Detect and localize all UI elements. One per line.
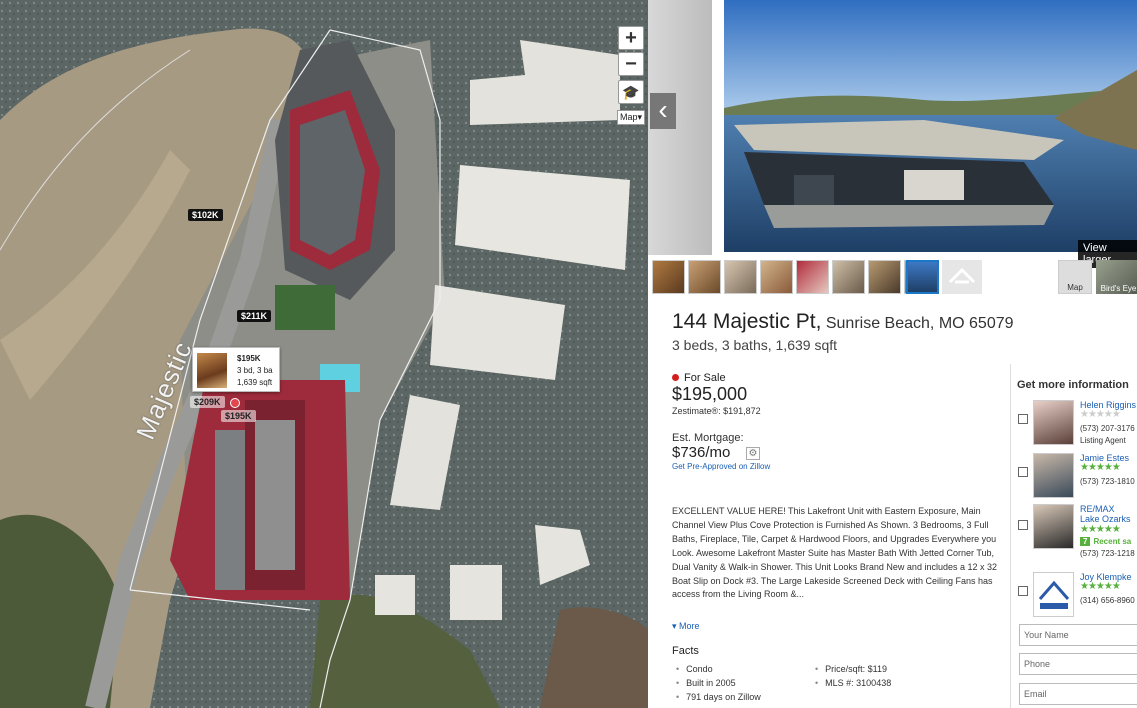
photo-gallery: ‹ View Map Bird's Eye <box>648 0 1137 294</box>
fact-item: Price/sqft: $119 <box>815 664 887 674</box>
zillow-logo-icon <box>942 260 982 294</box>
previous-photo-button[interactable]: ‹ <box>650 93 676 129</box>
main-listing-photo[interactable] <box>724 0 1137 252</box>
city-state-zip: Sunrise Beach, MO 65079 <box>825 315 1014 332</box>
photo-thumbnail[interactable] <box>760 260 793 294</box>
satellite-imagery <box>0 0 648 708</box>
agent-photo <box>1033 504 1074 549</box>
fact-item: MLS #: 3100438 <box>815 678 891 688</box>
facts-heading: Facts <box>672 645 699 657</box>
map-view-thumbnail[interactable]: Map <box>1058 260 1092 294</box>
photo-thumbnail[interactable] <box>652 260 685 294</box>
agent-phone: (314) 656-8960 <box>1080 596 1135 605</box>
agent-card: RE/MAX Lake Ozarks ★★★★★ 7 Recent sa (573… <box>1011 504 1137 558</box>
agent-card: Helen Riggins ★★★★★ (573) 207-3176 Listi… <box>1011 400 1137 450</box>
agent-phone: (573) 723-1810 <box>1080 477 1135 486</box>
selected-listing-marker[interactable] <box>230 398 240 408</box>
agent-checkbox[interactable] <box>1018 520 1028 530</box>
price-tag-marker[interactable]: $195K <box>221 410 256 422</box>
listing-popup-thumbnail <box>197 353 227 388</box>
photo-thumbnail[interactable] <box>832 260 865 294</box>
mortgage-label: Est. Mortgage: <box>672 432 744 444</box>
agent-checkbox[interactable] <box>1018 586 1028 596</box>
satellite-map[interactable]: Majestic + − 🎓 Map▾ $102K $211K $209K $1… <box>0 0 648 708</box>
graduation-cap-icon: 🎓 <box>622 84 640 100</box>
map-type-dropdown[interactable]: Map▾ <box>617 110 645 125</box>
popup-beds-baths: 3 bd, 3 ba <box>237 366 273 375</box>
photo-thumbnail-active[interactable] <box>906 260 939 294</box>
agent-checkbox[interactable] <box>1018 414 1028 424</box>
for-sale-dot-icon <box>672 374 679 381</box>
popup-sqft: 1,639 sqft <box>237 378 273 387</box>
zoom-in-button[interactable]: + <box>618 26 644 50</box>
lake-dock-photo <box>724 0 1137 252</box>
photo-thumbnail[interactable] <box>724 260 757 294</box>
photo-thumbnail-strip: Map Bird's Eye <box>652 260 1137 294</box>
listing-address: 144 Majestic Pt, Sunrise Beach, MO 65079 <box>672 310 1014 334</box>
zestimate: Zestimate®: $191,872 <box>672 406 761 416</box>
agent-name[interactable]: RE/MAX Lake Ozarks <box>1080 504 1136 524</box>
agent-rating-stars: ★★★★★ <box>1080 409 1121 420</box>
birds-eye-view-thumbnail[interactable]: Bird's Eye <box>1096 260 1137 294</box>
agent-photo <box>1033 453 1074 498</box>
pre-approved-link[interactable]: Get Pre-Approved on Zillow <box>672 462 770 471</box>
contact-agents-panel: Get more information Helen Riggins ★★★★★… <box>1010 364 1137 708</box>
agent-rating-stars: ★★★★★ <box>1080 524 1121 535</box>
agent-rating-stars: ★★★★★ <box>1080 462 1121 473</box>
fact-item: Built in 2005 <box>676 678 736 688</box>
fact-item: 791 days on Zillow <box>676 692 761 702</box>
mortgage-value: $736/mo <box>672 444 731 461</box>
agent-phone: (573) 723-1218 <box>1080 549 1135 558</box>
agent-card: Joy Klempke ★★★★★ (314) 656-8960 <box>1011 572 1137 622</box>
street-address: 144 Majestic Pt, <box>672 310 822 333</box>
listing-status: For Sale <box>672 372 726 384</box>
agents-panel-title: Get more information <box>1017 379 1129 391</box>
email-input[interactable] <box>1019 683 1137 705</box>
price-tag-marker[interactable]: $209K <box>190 396 225 408</box>
zoom-out-button[interactable]: − <box>618 52 644 76</box>
phone-input[interactable] <box>1019 653 1137 675</box>
price-tag-marker[interactable]: $102K <box>188 209 223 221</box>
agent-rating-stars: ★★★★★ <box>1080 581 1121 592</box>
listing-price: $195,000 <box>672 384 748 404</box>
more-link[interactable]: ▾ More <box>672 621 700 632</box>
your-name-input[interactable] <box>1019 624 1137 646</box>
price-tag-marker[interactable]: $211K <box>237 310 272 322</box>
photo-thumbnail[interactable] <box>796 260 829 294</box>
photo-thumbnail[interactable] <box>868 260 901 294</box>
listing-description: EXCELLENT VALUE HERE! This Lakefront Uni… <box>672 506 997 600</box>
recent-sales-badge[interactable]: 7 Recent sa <box>1080 537 1131 546</box>
listing-summary: 3 beds, 3 baths, 1,639 sqft <box>672 337 838 353</box>
mortgage-settings-gear-icon[interactable]: ⚙ <box>746 447 760 460</box>
agent-role: Listing Agent <box>1080 436 1126 445</box>
popup-price: $195K <box>237 354 261 363</box>
page: Majestic + − 🎓 Map▾ $102K $211K $209K $1… <box>0 0 1137 708</box>
agent-card: Jamie Estes ★★★★★ (573) 723-1810 <box>1011 453 1137 503</box>
fact-item: Condo <box>676 664 713 674</box>
listing-details-panel: ‹ View Map Bird's Eye 144 Majestic Pt, S… <box>648 0 1137 708</box>
agent-logo <box>1033 572 1074 617</box>
photo-thumbnail[interactable] <box>688 260 721 294</box>
agent-photo <box>1033 400 1074 445</box>
agent-phone: (573) 207-3176 <box>1080 424 1135 433</box>
agent-checkbox[interactable] <box>1018 467 1028 477</box>
schools-layer-button[interactable]: 🎓 <box>618 80 644 104</box>
listing-popup[interactable]: $195K 3 bd, 3 ba 1,639 sqft <box>192 347 280 392</box>
